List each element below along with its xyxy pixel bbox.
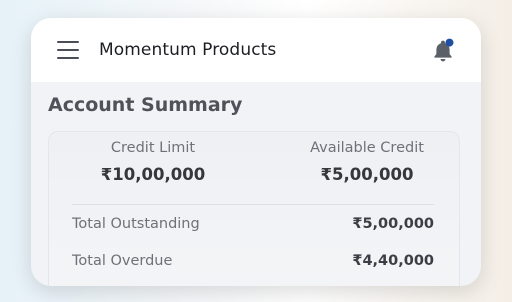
section-title: Account Summary (48, 94, 243, 116)
bell-icon[interactable] (430, 38, 456, 64)
top-app-bar: Momentum Products (31, 18, 481, 82)
app-title: Momentum Products (99, 40, 277, 60)
notification-dot (445, 38, 454, 47)
total-outstanding-value: ₹5,00,000 (352, 216, 434, 232)
total-overdue-value: ₹4,40,000 (352, 253, 434, 269)
total-overdue-label: Total Overdue (72, 253, 173, 269)
total-outstanding-label: Total Outstanding (72, 216, 200, 232)
available-credit-block: Available Credit ₹5,00,000 (267, 140, 467, 184)
available-credit-value: ₹5,00,000 (320, 165, 414, 184)
summary-box: Credit Limit ₹10,00,000 Available Credit… (48, 131, 460, 286)
credit-limit-label: Credit Limit (110, 140, 196, 156)
account-card: Momentum Products Account Summary Credit… (31, 18, 481, 286)
hamburger-menu-icon[interactable] (57, 39, 79, 61)
credit-limit-value: ₹10,00,000 (100, 165, 206, 184)
credit-limit-block: Credit Limit ₹10,00,000 (53, 140, 253, 184)
available-credit-label: Available Credit (310, 140, 424, 156)
divider (72, 204, 434, 205)
